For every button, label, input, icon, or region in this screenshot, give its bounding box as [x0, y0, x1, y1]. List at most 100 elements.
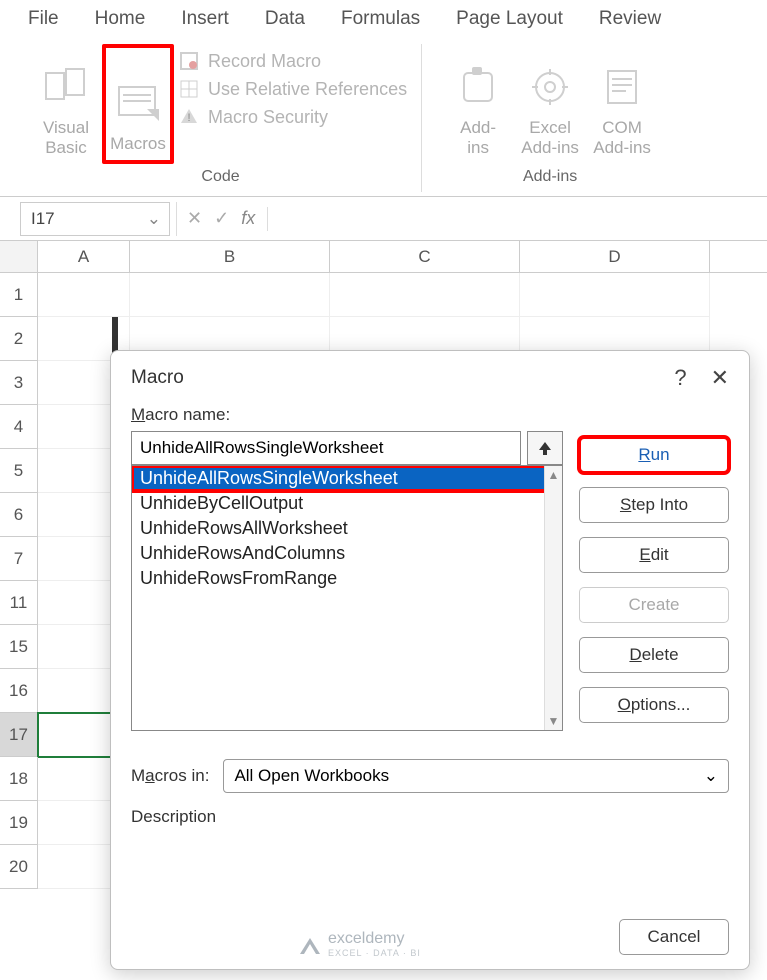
edit-button[interactable]: EditEdit: [579, 537, 729, 573]
col-header-D[interactable]: D: [520, 241, 710, 272]
group-addins: Add- ins Excel Add-ins COM Add-ins Add-i…: [432, 44, 668, 192]
name-box[interactable]: I17 ⌄: [20, 202, 170, 236]
row-header[interactable]: 18: [0, 757, 38, 801]
divider: [267, 207, 268, 231]
row-header[interactable]: 3: [0, 361, 38, 405]
list-item[interactable]: UnhideRowsFromRange: [132, 566, 562, 591]
cancel-icon[interactable]: ✕: [187, 208, 202, 229]
row-header[interactable]: 6: [0, 493, 38, 537]
ribbon-tabs: File Home Insert Data Formulas Page Layo…: [0, 0, 767, 40]
row-header[interactable]: 7: [0, 537, 38, 581]
macro-security-label: Macro Security: [208, 107, 328, 128]
addins-button[interactable]: Add- ins: [442, 44, 514, 164]
name-box-value: I17: [31, 209, 55, 229]
select-all-corner[interactable]: [0, 241, 38, 272]
macros-button[interactable]: Macros: [102, 44, 174, 164]
group-addins-label: Add-ins: [523, 164, 577, 192]
description-label: Description: [131, 807, 729, 827]
tab-insert[interactable]: Insert: [181, 8, 229, 30]
com-addins-label: COM Add-ins: [593, 118, 651, 158]
list-item[interactable]: UnhideRowsAndColumns: [132, 541, 562, 566]
cell[interactable]: [520, 273, 710, 317]
group-code: Visual Basic Macros Record Macro Use Rel…: [20, 44, 422, 192]
use-relative-label: Use Relative References: [208, 79, 407, 100]
tab-file[interactable]: File: [28, 8, 59, 30]
addins-icon: [453, 62, 503, 112]
watermark-sub: EXCEL · DATA · BI: [328, 948, 421, 958]
list-item[interactable]: UnhideByCellOutput: [132, 491, 562, 516]
help-button[interactable]: ?: [674, 365, 686, 391]
macro-name-label: Macro name:: [131, 405, 563, 425]
excel-addins-button[interactable]: Excel Add-ins: [514, 44, 586, 164]
record-macro-button[interactable]: Record Macro: [178, 50, 407, 72]
list-item[interactable]: UnhideRowsAllWorksheet: [132, 516, 562, 541]
list-item[interactable]: UnhideAllRowsSingleWorksheet: [132, 466, 562, 491]
column-headers: A B C D: [0, 241, 767, 273]
addins-label: Add- ins: [460, 118, 496, 158]
dialog-title: Macro: [131, 367, 184, 389]
col-header-A[interactable]: A: [38, 241, 130, 272]
com-addins-icon: [597, 62, 647, 112]
create-button: Create: [579, 587, 729, 623]
macro-list[interactable]: UnhideAllRowsSingleWorksheet UnhideByCel…: [131, 465, 563, 731]
cell[interactable]: [330, 273, 520, 317]
use-relative-button[interactable]: Use Relative References: [178, 78, 407, 100]
scrollbar[interactable]: ▲ ▼: [544, 466, 562, 730]
tab-formulas[interactable]: Formulas: [341, 8, 420, 30]
excel-addins-icon: [525, 62, 575, 112]
visual-basic-label: Visual Basic: [43, 118, 89, 158]
tab-data[interactable]: Data: [265, 8, 305, 30]
row-header[interactable]: 1: [0, 273, 38, 317]
watermark-text: exceldemy: [328, 930, 404, 947]
run-button[interactable]: RRunun: [579, 437, 729, 473]
row-header[interactable]: 5: [0, 449, 38, 493]
visual-basic-button[interactable]: Visual Basic: [30, 44, 102, 164]
ribbon: Visual Basic Macros Record Macro Use Rel…: [0, 40, 767, 197]
tab-review[interactable]: Review: [599, 8, 661, 30]
use-relative-icon: [178, 78, 200, 100]
close-button[interactable]: ✕: [711, 365, 729, 391]
scroll-up-icon[interactable]: ▲: [545, 466, 562, 484]
macros-in-label: Macros in:: [131, 766, 209, 786]
col-header-B[interactable]: B: [130, 241, 330, 272]
row-header[interactable]: 19: [0, 801, 38, 845]
row-header[interactable]: 4: [0, 405, 38, 449]
macro-dialog: Macro ? ✕ Macro name: UnhideAllRowsSingl…: [110, 350, 750, 970]
group-code-label: Code: [201, 164, 239, 192]
scroll-down-icon[interactable]: ▼: [545, 712, 562, 730]
macros-in-select[interactable]: All Open Workbooks ⌄: [223, 759, 729, 793]
confirm-icon[interactable]: ✓: [214, 208, 229, 229]
row-header[interactable]: 2: [0, 317, 38, 361]
tab-page-layout[interactable]: Page Layout: [456, 8, 563, 30]
row-header[interactable]: 15: [0, 625, 38, 669]
row-header[interactable]: 16: [0, 669, 38, 713]
cell[interactable]: [38, 273, 130, 317]
row-header[interactable]: 20: [0, 845, 38, 889]
col-header-C[interactable]: C: [330, 241, 520, 272]
formula-bar[interactable]: ✕ ✓ fx: [176, 202, 268, 236]
watermark: exceldemy EXCEL · DATA · BI: [300, 930, 421, 958]
chevron-down-icon: ⌄: [704, 766, 718, 786]
fx-icon[interactable]: fx: [241, 208, 255, 229]
delete-button[interactable]: DeleteDelete: [579, 637, 729, 673]
goto-macro-button[interactable]: [527, 431, 563, 465]
macros-icon: [113, 78, 163, 128]
watermark-logo-icon: [300, 934, 320, 954]
options-button[interactable]: Options...Options...: [579, 687, 729, 723]
com-addins-button[interactable]: COM Add-ins: [586, 44, 658, 164]
row-header[interactable]: 11: [0, 581, 38, 625]
cell[interactable]: [130, 273, 330, 317]
macros-label: Macros: [110, 134, 166, 154]
macro-security-button[interactable]: ! Macro Security: [178, 106, 407, 128]
svg-text:!: !: [187, 112, 190, 124]
cancel-button[interactable]: Cancel: [619, 919, 729, 955]
step-into-button[interactable]: Step IntoStep Into: [579, 487, 729, 523]
macro-security-icon: !: [178, 106, 200, 128]
tab-home[interactable]: Home: [95, 8, 146, 30]
chevron-down-icon[interactable]: ⌄: [147, 209, 161, 229]
row-header[interactable]: 17: [0, 713, 38, 757]
excel-addins-label: Excel Add-ins: [521, 118, 579, 158]
grid-row: 1: [0, 273, 767, 317]
macro-name-input[interactable]: [131, 431, 521, 465]
record-macro-label: Record Macro: [208, 51, 321, 72]
